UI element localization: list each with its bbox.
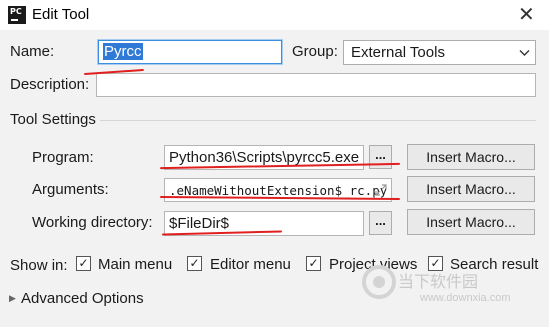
name-input[interactable]: Pyrcc — [98, 40, 282, 64]
watermark-logo — [362, 262, 396, 302]
name-label: Name: — [10, 43, 55, 60]
section-divider — [100, 120, 536, 121]
group-value: External Tools — [351, 44, 445, 61]
main-menu-label: Main menu — [98, 256, 173, 273]
editor-menu-label: Editor menu — [210, 256, 291, 273]
description-label: Description: — [10, 76, 90, 93]
title-bar: PC Edit Tool ✕ — [0, 0, 549, 30]
editor-menu-checkbox[interactable]: ✓ — [187, 256, 202, 271]
description-input[interactable] — [96, 73, 536, 97]
tool-settings-title: Tool Settings — [10, 111, 96, 128]
pycharm-app-icon: PC — [8, 6, 26, 24]
main-menu-checkbox[interactable]: ✓ — [76, 256, 91, 271]
program-browse-button[interactable]: ... — [369, 145, 392, 169]
working-directory-insert-macro-button[interactable]: Insert Macro... — [407, 209, 535, 235]
group-label: Group: — [292, 43, 338, 60]
name-value: Pyrcc — [103, 43, 143, 60]
advanced-options-label[interactable]: Advanced Options — [21, 290, 144, 307]
watermark-url: www.downxia.com — [420, 292, 511, 304]
window-title: Edit Tool — [32, 6, 90, 23]
chevron-down-icon — [519, 50, 530, 56]
expand-triangle-icon[interactable]: ▶ — [9, 293, 16, 304]
project-views-checkbox[interactable]: ✓ — [306, 256, 321, 271]
watermark-brand: 当下软件园 — [398, 272, 479, 291]
arguments-label: Arguments: — [32, 181, 109, 198]
show-in-label: Show in: — [10, 257, 68, 274]
working-directory-browse-button[interactable]: ... — [369, 211, 392, 235]
expand-icon[interactable] — [375, 184, 387, 196]
working-directory-label: Working directory: — [32, 214, 153, 231]
arguments-insert-macro-button[interactable]: Insert Macro... — [407, 176, 535, 202]
program-label: Program: — [32, 149, 94, 166]
group-select[interactable]: External Tools — [343, 40, 536, 65]
program-insert-macro-button[interactable]: Insert Macro... — [407, 144, 535, 170]
working-directory-value: $FileDir$ — [169, 215, 230, 232]
close-icon[interactable]: ✕ — [518, 2, 535, 26]
